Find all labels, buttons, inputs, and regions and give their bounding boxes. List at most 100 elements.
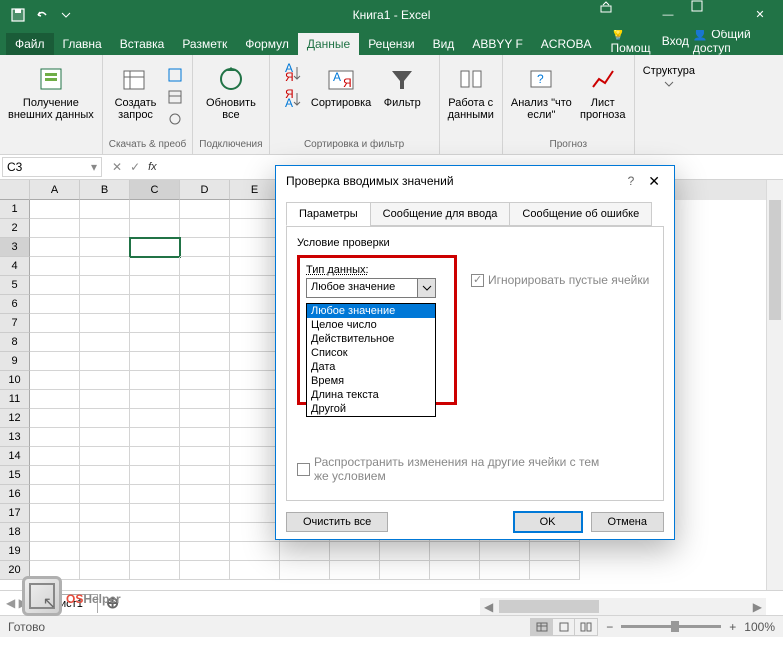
cell[interactable]	[130, 523, 180, 542]
row-header[interactable]: 9	[0, 352, 30, 371]
horizontal-scrollbar[interactable]: ◀ ▶	[480, 598, 766, 615]
row-header[interactable]: 3	[0, 238, 30, 257]
tab-formulas[interactable]: Формул	[236, 33, 298, 55]
row-header[interactable]: 7	[0, 314, 30, 333]
cell[interactable]	[180, 352, 230, 371]
cell[interactable]	[180, 542, 230, 561]
cancel-formula-icon[interactable]: ✕	[112, 160, 122, 174]
enter-formula-icon[interactable]: ✓	[130, 160, 140, 174]
cell[interactable]	[230, 561, 280, 580]
outline-button[interactable]: Структура	[641, 61, 697, 89]
cell[interactable]	[30, 333, 80, 352]
row-header[interactable]: 6	[0, 295, 30, 314]
row-header[interactable]: 11	[0, 390, 30, 409]
cell[interactable]	[430, 561, 480, 580]
cell[interactable]	[130, 561, 180, 580]
cell[interactable]	[80, 257, 130, 276]
cell[interactable]	[480, 561, 530, 580]
chevron-down-icon[interactable]	[417, 279, 435, 297]
cell[interactable]	[30, 352, 80, 371]
fx-icon[interactable]: fx	[148, 161, 163, 173]
cell[interactable]	[80, 200, 130, 219]
cell[interactable]	[230, 485, 280, 504]
select-all-corner[interactable]	[0, 180, 30, 200]
col-header[interactable]: C	[130, 180, 180, 200]
tab-view[interactable]: Вид	[424, 33, 464, 55]
tab-data[interactable]: Данные	[298, 33, 359, 55]
cell[interactable]	[180, 276, 230, 295]
row-header[interactable]: 10	[0, 371, 30, 390]
cell[interactable]	[30, 200, 80, 219]
qat-customize-icon[interactable]	[54, 3, 78, 27]
cell[interactable]	[230, 542, 280, 561]
cell[interactable]	[180, 200, 230, 219]
dialog-help-icon[interactable]: ?	[618, 174, 645, 188]
cell[interactable]	[380, 542, 430, 561]
cell[interactable]	[430, 542, 480, 561]
cell[interactable]	[30, 257, 80, 276]
cell[interactable]	[180, 390, 230, 409]
cell[interactable]	[130, 352, 180, 371]
cell[interactable]	[80, 390, 130, 409]
tab-file[interactable]: Файл	[6, 33, 54, 55]
dropdown-item[interactable]: Действительное	[307, 332, 435, 346]
cell[interactable]	[180, 257, 230, 276]
cell[interactable]	[230, 504, 280, 523]
forecast-sheet-button[interactable]: Лист прогноза	[578, 61, 628, 123]
cell[interactable]	[180, 295, 230, 314]
cell[interactable]	[230, 371, 280, 390]
cell[interactable]	[30, 295, 80, 314]
cell[interactable]	[280, 542, 330, 561]
tab-abbyy[interactable]: ABBYY F	[463, 33, 531, 55]
dropdown-item[interactable]: Целое число	[307, 318, 435, 332]
cell[interactable]	[80, 371, 130, 390]
cell[interactable]	[30, 504, 80, 523]
cell[interactable]	[30, 314, 80, 333]
cell[interactable]	[230, 219, 280, 238]
tab-layout[interactable]: Разметк	[173, 33, 236, 55]
dropdown-item[interactable]: Другой	[307, 402, 435, 416]
undo-icon[interactable]	[30, 3, 54, 27]
cell[interactable]	[180, 314, 230, 333]
cell[interactable]	[230, 428, 280, 447]
help-link[interactable]: 💡 Помощ	[610, 27, 657, 55]
close-icon[interactable]: ✕	[737, 0, 783, 30]
cell[interactable]	[80, 333, 130, 352]
cell[interactable]	[30, 390, 80, 409]
cell[interactable]	[130, 276, 180, 295]
sort-desc-icon[interactable]: ЯА	[281, 87, 305, 111]
col-header[interactable]: D	[180, 180, 230, 200]
cell[interactable]	[80, 447, 130, 466]
row-header[interactable]: 2	[0, 219, 30, 238]
col-header[interactable]: A	[30, 180, 80, 200]
cell[interactable]	[30, 466, 80, 485]
dialog-tab-input-message[interactable]: Сообщение для ввода	[370, 202, 511, 226]
cell[interactable]	[380, 561, 430, 580]
zoom-out-icon[interactable]: −	[606, 620, 613, 634]
cell[interactable]	[180, 561, 230, 580]
cell[interactable]	[180, 466, 230, 485]
dropdown-item[interactable]: Время	[307, 374, 435, 388]
cell[interactable]	[80, 295, 130, 314]
data-tools-button[interactable]: Работа с данными	[446, 61, 496, 123]
vertical-scrollbar[interactable]	[766, 180, 783, 590]
tab-home[interactable]: Главна	[54, 33, 111, 55]
cell[interactable]	[130, 542, 180, 561]
whatif-button[interactable]: ? Анализ "что если"	[509, 61, 574, 123]
cell[interactable]	[230, 333, 280, 352]
dropdown-item[interactable]: Дата	[307, 360, 435, 374]
cell[interactable]	[230, 352, 280, 371]
page-break-view-icon[interactable]	[575, 619, 597, 635]
cell[interactable]	[330, 542, 380, 561]
row-header[interactable]: 1	[0, 200, 30, 219]
from-table-icon[interactable]	[165, 87, 185, 107]
cell[interactable]	[130, 257, 180, 276]
cell[interactable]	[30, 542, 80, 561]
get-external-data-button[interactable]: Получение внешних данных	[6, 61, 96, 123]
cell[interactable]	[80, 238, 130, 257]
col-header[interactable]: E	[230, 180, 280, 200]
cell[interactable]	[130, 504, 180, 523]
cell[interactable]	[30, 371, 80, 390]
zoom-level[interactable]: 100%	[744, 620, 775, 634]
cell[interactable]	[230, 257, 280, 276]
